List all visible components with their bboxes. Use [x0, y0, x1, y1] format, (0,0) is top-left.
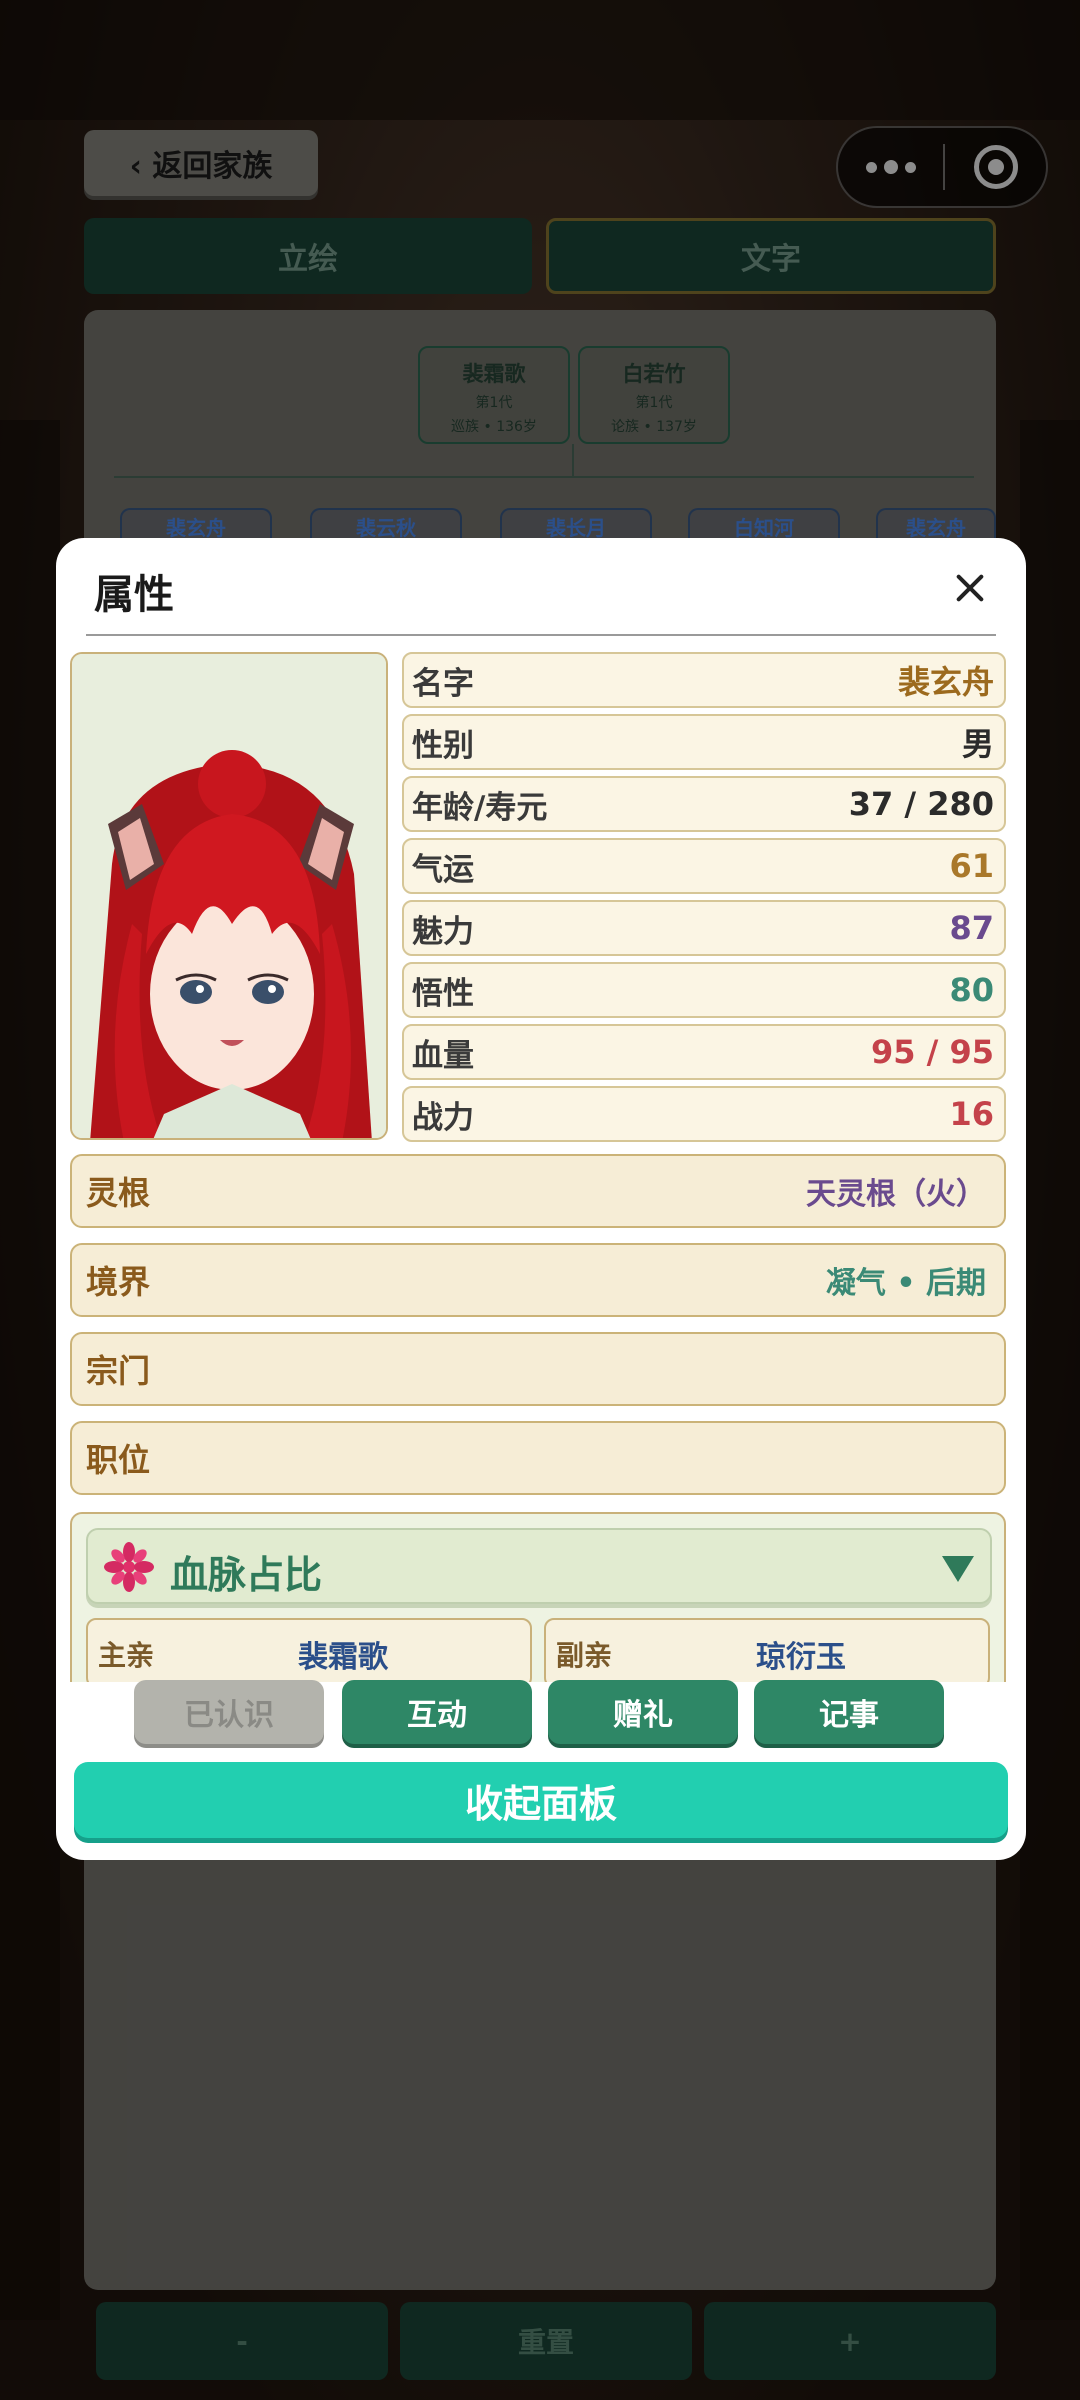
- flower-icon: [104, 1542, 154, 1592]
- stat-row-luck: 气运 61: [402, 838, 1006, 894]
- bloodline-title: 血脉占比: [170, 1553, 323, 1597]
- stat-value: 37 / 280: [848, 785, 994, 823]
- row-label: 宗门: [86, 1352, 151, 1390]
- stat-row-gender: 性别 男: [402, 714, 1006, 770]
- stat-label: 名字: [412, 665, 474, 702]
- tree-child-name: 裴玄舟: [166, 516, 226, 540]
- stat-value: 裴玄舟: [897, 663, 994, 701]
- stat-label: 魅力: [412, 913, 474, 950]
- bloodline-mother-name: 琼衍玉: [756, 1640, 846, 1675]
- stat-value: 80: [949, 971, 994, 1009]
- modal-header: 属性: [56, 538, 1026, 636]
- stat-label: 悟性: [412, 975, 474, 1012]
- tree-child-name: 裴玄舟: [906, 516, 966, 540]
- stat-row-name: 名字 裴玄舟: [402, 652, 1006, 708]
- stat-row-charm: 魅力 87: [402, 900, 1006, 956]
- row-value: 天灵根（火）: [806, 1177, 986, 1212]
- bloodline-mother-label: 副亲: [556, 1639, 613, 1672]
- bloodline-father-label: 主亲: [98, 1639, 155, 1672]
- tree-child-name: 裴长月: [546, 516, 606, 540]
- row-label: 灵根: [86, 1174, 151, 1212]
- record-button[interactable]: 记事: [754, 1680, 944, 1744]
- bloodline-section: 血脉占比 主亲 裴霜歌 副亲 琼衍玉: [70, 1512, 1006, 1682]
- row-spirit-root: 灵根 天灵根（火）: [70, 1154, 1006, 1228]
- row-sect: 宗门: [70, 1332, 1006, 1406]
- header-divider: [86, 634, 996, 636]
- row-value: 凝气 • 后期: [825, 1266, 986, 1301]
- close-icon[interactable]: [952, 570, 988, 606]
- known-button[interactable]: 已认识: [134, 1680, 324, 1744]
- attribute-scroll-area[interactable]: 名字 裴玄舟 性别 男 年龄/寿元 37 / 280 气运 61 魅力 87 悟…: [56, 642, 1026, 1682]
- row-label: 境界: [86, 1263, 151, 1301]
- stat-value: 男: [961, 725, 994, 763]
- row-label: 职位: [86, 1441, 151, 1479]
- row-position: 职位: [70, 1421, 1006, 1495]
- stat-label: 性别: [412, 727, 474, 764]
- collapse-panel-button[interactable]: 收起面板: [74, 1762, 1008, 1838]
- interact-button[interactable]: 互动: [342, 1680, 532, 1744]
- gift-button[interactable]: 赠礼: [548, 1680, 738, 1744]
- character-portrait: [70, 652, 388, 1140]
- stat-value: 16: [949, 1095, 994, 1133]
- stat-value: 87: [949, 909, 994, 947]
- attribute-modal: 属性 名字 裴玄舟 性别 男 年龄/寿元 37 / 280 气运 61 魅力 8…: [56, 538, 1026, 1860]
- bloodline-toggle[interactable]: 血脉占比: [86, 1528, 992, 1604]
- stat-value: 61: [949, 847, 994, 885]
- stat-row-power: 战力 16: [402, 1086, 1006, 1142]
- character-portrait-art: [72, 654, 386, 1138]
- stat-label: 战力: [412, 1099, 474, 1136]
- stat-label: 血量: [412, 1037, 474, 1074]
- bloodline-mother-card: 副亲 琼衍玉: [544, 1618, 990, 1682]
- tree-child-name: 裴云秋: [356, 516, 416, 540]
- modal-title: 属性: [94, 572, 174, 618]
- row-realm: 境界 凝气 • 后期: [70, 1243, 1006, 1317]
- bloodline-father-card: 主亲 裴霜歌: [86, 1618, 532, 1682]
- stat-row-hp: 血量 95 / 95: [402, 1024, 1006, 1080]
- tree-child-name: 白知河: [734, 516, 794, 540]
- stat-value: 95 / 95: [870, 1033, 994, 1071]
- stat-label: 年龄/寿元: [412, 789, 548, 826]
- stat-label: 气运: [412, 851, 474, 888]
- stat-row-age: 年龄/寿元 37 / 280: [402, 776, 1006, 832]
- bloodline-father-name: 裴霜歌: [298, 1640, 388, 1675]
- expand-triangle-icon: [942, 1556, 974, 1582]
- stat-row-comprehension: 悟性 80: [402, 962, 1006, 1018]
